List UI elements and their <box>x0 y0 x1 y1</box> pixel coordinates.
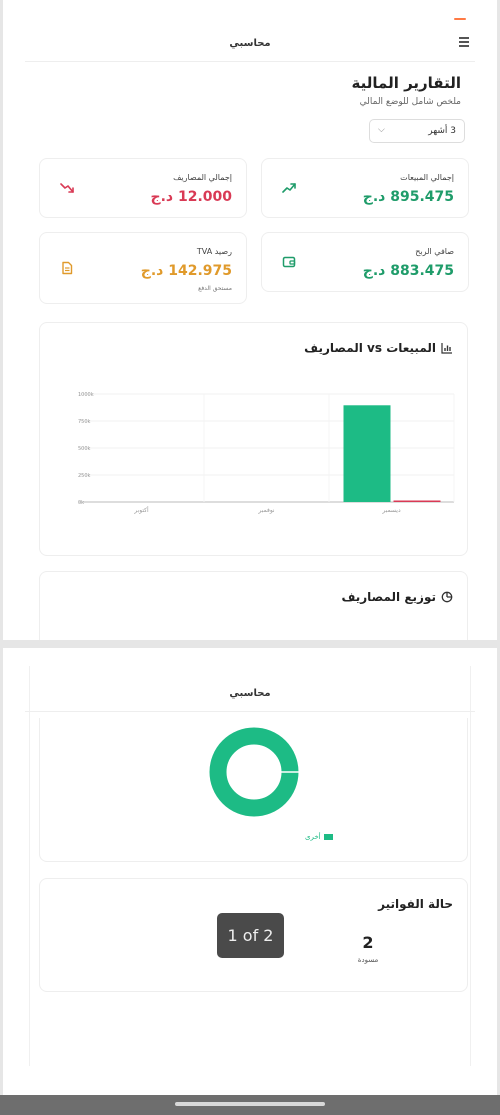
stat-value-profit: 883.475 د.ج <box>362 263 454 279</box>
y-tick-label: 750k <box>78 419 91 425</box>
stat-sub-tva: مستحق الدفع <box>198 285 232 292</box>
page-title: التقارير المالية <box>351 74 461 92</box>
app-header-page2: محاسبي <box>25 676 475 712</box>
page-counter: 1 of 2 <box>217 913 284 958</box>
stat-label-profit: صافي الربح <box>415 247 454 256</box>
invoice-status-title: حالة الفواتير <box>378 897 453 911</box>
bar <box>343 405 391 502</box>
draft-count: 2 <box>362 933 374 952</box>
stat-label-tva: رصيد TVA <box>196 247 232 256</box>
page-one: محاسبي التقارير المالية ملخص شامل للوضع … <box>3 0 497 640</box>
sales-chart-title-row: المبيعات vs المصاريف <box>304 341 453 355</box>
document-icon <box>62 261 73 275</box>
home-indicator[interactable] <box>175 1102 325 1106</box>
legend-swatch <box>323 834 333 840</box>
app-header: محاسبي <box>25 26 475 62</box>
y-tick-label: 250k <box>78 473 91 479</box>
x-tick-label: أكتوبر <box>133 506 149 514</box>
y-tick-label: 500k <box>78 446 91 452</box>
x-tick-label: ديسمبر <box>381 507 401 514</box>
sales-vs-expenses-chart: 0k 250k 500k 750k 1000k أكتوبر نوفمبر ديسمبر <box>78 392 455 514</box>
app-title-page2: محاسبي <box>229 688 271 699</box>
draft-label: مسودة <box>357 956 379 964</box>
chevron-down-icon: ⌵ <box>378 125 385 135</box>
stat-card-sales: إجمالي المبيعات 895.475 د.ج <box>261 158 469 218</box>
period-select-value: 3 أشهر <box>428 126 456 136</box>
expense-distribution-donut <box>209 727 299 817</box>
page-two: محاسبي حالة الفواتير 2 مسودة <box>3 648 497 1095</box>
legend-label: أخرى <box>305 833 321 841</box>
page-subtitle: ملخص شامل للوضع المالي <box>359 97 461 107</box>
expense-distribution-panel: توزيع المصاريف <box>39 571 468 640</box>
trending-down-icon <box>60 183 74 193</box>
stat-value-sales: 895.475 د.ج <box>362 189 454 205</box>
stat-label-sales: إجمالي المبيعات <box>400 173 454 182</box>
stat-value-expenses: 12.000 د.ج <box>150 189 233 205</box>
donut-legend: أخرى <box>305 833 333 841</box>
trending-up-icon <box>282 183 296 193</box>
stat-value-tva: 142.975 د.ج <box>140 263 232 279</box>
donut-slice <box>209 727 299 817</box>
system-navigation-bar <box>0 1095 500 1115</box>
wallet-icon <box>282 256 296 268</box>
pie-chart-icon <box>441 591 453 603</box>
bar <box>393 500 441 502</box>
app-title: محاسبي <box>229 38 271 49</box>
menu-icon[interactable] <box>459 37 469 47</box>
stat-card-tva: رصيد TVA 142.975 د.ج مستحق الدفع <box>39 232 247 304</box>
bar-chart-icon <box>441 343 452 354</box>
sales-chart-title: المبيعات vs المصاريف <box>304 341 436 355</box>
accent-line <box>454 18 466 20</box>
stat-card-expenses: إجمالي المصاريف 12.000 د.ج <box>39 158 247 218</box>
x-tick-label: نوفمبر <box>257 507 275 514</box>
y-tick-label: 1000k <box>78 392 94 398</box>
stat-card-profit: صافي الربح 883.475 د.ج <box>261 232 469 292</box>
y-tick-label: 0k <box>78 500 84 506</box>
expense-distribution-chart-panel <box>39 718 468 862</box>
draft-invoices: 2 مسودة <box>353 933 383 964</box>
period-select[interactable]: 3 أشهر ⌵ <box>369 119 465 143</box>
expense-dist-title: توزيع المصاريف <box>341 590 436 604</box>
expense-dist-title-row: توزيع المصاريف <box>341 590 453 604</box>
stat-label-expenses: إجمالي المصاريف <box>173 173 232 182</box>
